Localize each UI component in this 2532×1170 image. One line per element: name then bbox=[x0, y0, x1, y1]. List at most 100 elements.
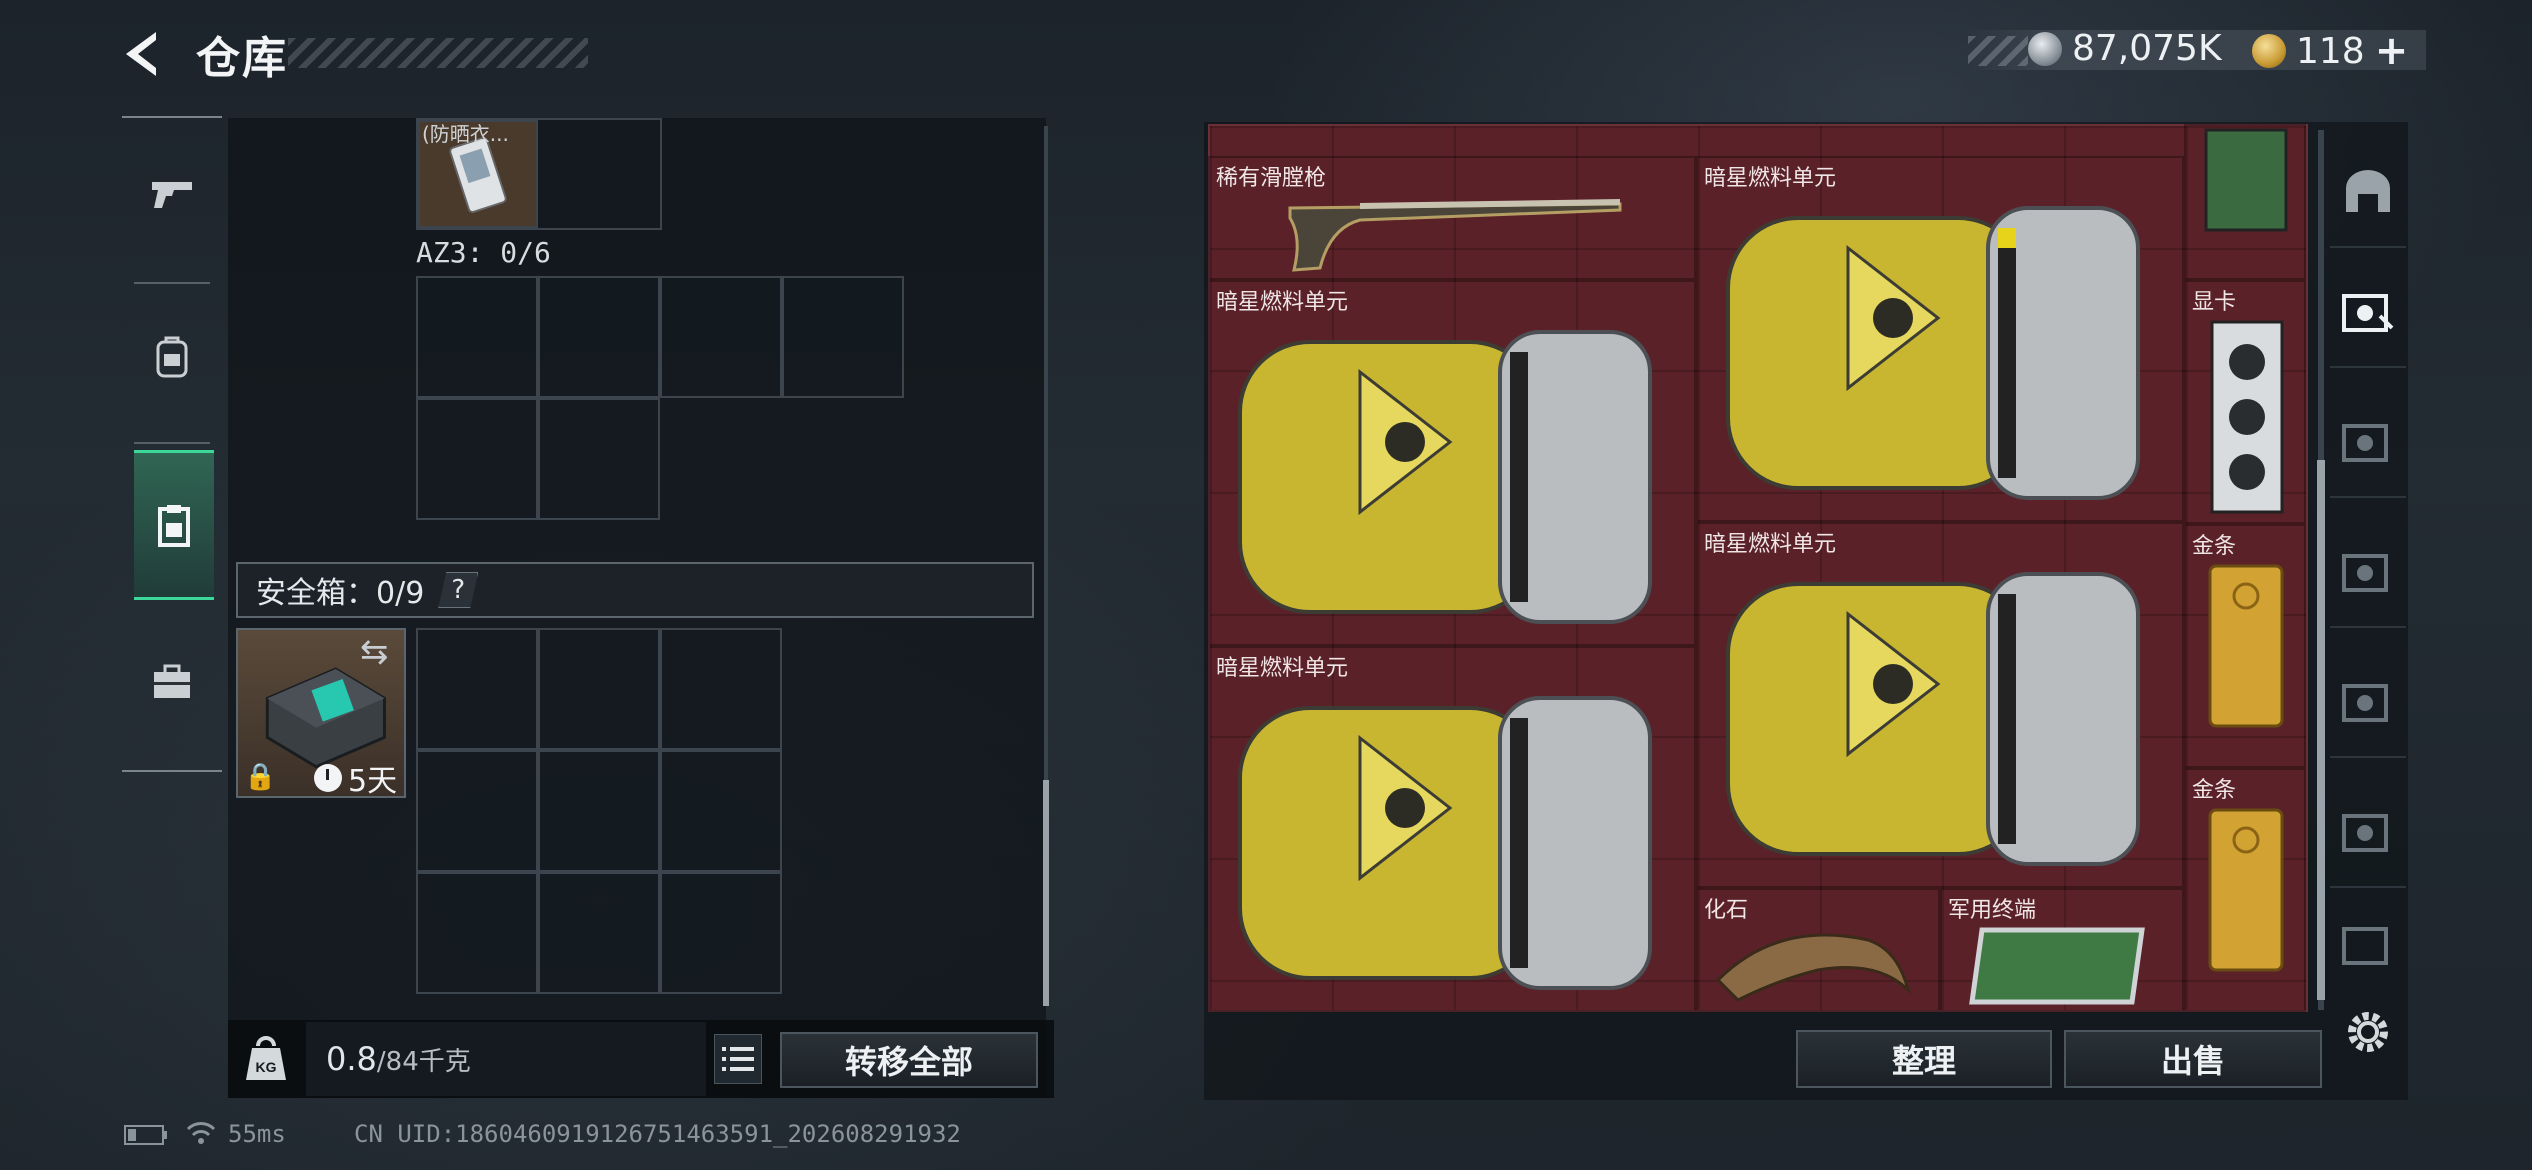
stash-item-fuel-cell[interactable]: 暗星燃料单元 bbox=[1208, 280, 1696, 646]
safebox-cell[interactable] bbox=[538, 628, 660, 750]
stash-box-icon bbox=[2342, 814, 2388, 852]
item-label: 金条 bbox=[2192, 778, 2237, 803]
stash-item-graphics-card[interactable]: 显卡 bbox=[2184, 280, 2306, 524]
lock-icon: 🔒 bbox=[244, 762, 277, 792]
wifi-icon bbox=[186, 1122, 216, 1144]
stash-item-fuel-cell[interactable]: 暗星燃料单元 bbox=[1208, 646, 1696, 1012]
page-title: 仓库 bbox=[196, 33, 288, 84]
gold-bar-icon bbox=[2208, 564, 2284, 728]
item-label: 暗星燃料单元 bbox=[1704, 532, 1837, 557]
weight-value: 0.8 bbox=[326, 1040, 377, 1078]
safebox-cell[interactable] bbox=[416, 750, 538, 872]
stash-tab-2[interactable] bbox=[2330, 388, 2406, 498]
backpack-icon bbox=[156, 336, 188, 378]
sort-button[interactable]: 整理 bbox=[1796, 1030, 2052, 1088]
stash-scrollbar[interactable] bbox=[2317, 460, 2325, 1000]
stash-box-icon bbox=[2342, 554, 2388, 592]
safebox-cell[interactable] bbox=[416, 872, 538, 994]
safebox-cell[interactable] bbox=[416, 628, 538, 750]
stash-box-icon bbox=[2342, 927, 2388, 965]
safebox-cell[interactable] bbox=[660, 628, 782, 750]
home-icon bbox=[2346, 170, 2390, 212]
swap-icon[interactable]: ⇆ bbox=[360, 632, 389, 672]
safebox-cell[interactable] bbox=[538, 750, 660, 872]
item-card-label: (防晒衣... bbox=[422, 122, 509, 146]
stash-item-military-terminal[interactable]: 军用终端 bbox=[1940, 888, 2184, 1012]
stash-item-gold-bar[interactable]: 金条 bbox=[2184, 524, 2306, 768]
briefcase-icon bbox=[154, 664, 190, 698]
item-label: 暗星燃料单元 bbox=[1704, 166, 1837, 191]
list-icon bbox=[722, 1047, 754, 1071]
stash-item-fuel-cell[interactable]: 暗星燃料单元 bbox=[1696, 522, 2184, 888]
item-label: 金条 bbox=[2192, 534, 2237, 559]
item-label: 军用终端 bbox=[1948, 898, 2037, 923]
stash-item-gold-bar[interactable]: 金条 bbox=[2184, 768, 2306, 1012]
sell-button[interactable]: 出售 bbox=[2064, 1030, 2322, 1088]
gold-coin-icon bbox=[2252, 34, 2286, 68]
silver-currency: 87,075K bbox=[2028, 28, 2222, 69]
settings-gear-icon[interactable] bbox=[2340, 1004, 2396, 1060]
ping-value: 55ms bbox=[228, 1120, 286, 1148]
safebox-timer: 5天 bbox=[314, 756, 397, 800]
inventory-cell[interactable] bbox=[538, 398, 660, 520]
stash-item-fossil[interactable]: 化石 bbox=[1696, 888, 1940, 1012]
nav-case[interactable] bbox=[134, 632, 210, 732]
item-label: 稀有滑膛枪 bbox=[1216, 166, 1327, 191]
stash-tab-home[interactable] bbox=[2330, 138, 2406, 248]
stash-tab-3[interactable] bbox=[2330, 518, 2406, 628]
safebox-cell[interactable] bbox=[660, 750, 782, 872]
stash-box-icon bbox=[2342, 684, 2388, 722]
back-button[interactable] bbox=[118, 26, 168, 82]
list-view-button[interactable] bbox=[714, 1034, 762, 1084]
nav-gear[interactable] bbox=[134, 308, 210, 408]
inventory-scrollbar[interactable] bbox=[1043, 780, 1049, 1006]
title-stripe bbox=[288, 38, 588, 68]
gold-currency-value: 118 bbox=[2296, 30, 2365, 72]
inventory-cell[interactable] bbox=[538, 276, 660, 398]
help-button[interactable]: ? bbox=[438, 572, 479, 608]
fuel-cell-icon bbox=[1726, 206, 2140, 500]
inventory-cell[interactable] bbox=[416, 398, 538, 520]
silver-currency-value: 87,075K bbox=[2072, 28, 2222, 69]
currency-stripe bbox=[1968, 36, 2028, 66]
uid-text: CN UID:1860460919126751463591_2026082919… bbox=[354, 1120, 961, 1148]
inventory-cell[interactable] bbox=[416, 276, 538, 398]
clipboard-icon bbox=[158, 505, 190, 547]
weight-display: 0.8 /84千克 bbox=[306, 1022, 706, 1096]
left-nav bbox=[122, 116, 222, 772]
nav-container[interactable] bbox=[134, 450, 214, 600]
nav-weapon[interactable] bbox=[134, 142, 210, 242]
fuel-cell-icon bbox=[1726, 572, 2140, 866]
stash-tab-4[interactable] bbox=[2330, 648, 2406, 758]
clock-icon bbox=[314, 764, 342, 792]
item-label: 显卡 bbox=[2192, 290, 2237, 315]
transfer-all-button[interactable]: 转移全部 bbox=[780, 1032, 1038, 1088]
back-arrow-icon bbox=[126, 32, 156, 76]
add-currency-button[interactable]: + bbox=[2375, 28, 2409, 74]
item-label: 暗星燃料单元 bbox=[1216, 290, 1349, 315]
safebox-cell[interactable] bbox=[538, 872, 660, 994]
item-label: 化石 bbox=[1704, 898, 1749, 923]
battery-icon bbox=[124, 1125, 167, 1145]
stash-item-musket[interactable]: 稀有滑膛枪 bbox=[1208, 156, 1696, 280]
stash-box-icon bbox=[2342, 424, 2388, 462]
inventory-cell[interactable] bbox=[660, 276, 782, 398]
svg-text:KG: KG bbox=[256, 1059, 277, 1075]
weight-max: /84千克 bbox=[376, 1046, 471, 1077]
circuit-board-icon bbox=[2204, 128, 2288, 232]
stash-item-fuel-cell[interactable]: 暗星燃料单元 bbox=[1696, 156, 2184, 522]
stash-tab-6[interactable] bbox=[2330, 900, 2406, 990]
gold-currency: 118 + bbox=[2252, 28, 2408, 74]
safebox-cell[interactable] bbox=[660, 872, 782, 994]
weight-kg-icon: KG bbox=[246, 1036, 286, 1080]
stash-item-gpu-top[interactable] bbox=[2184, 124, 2306, 280]
fuel-cell-icon bbox=[1238, 330, 1652, 624]
gold-bar-icon bbox=[2208, 808, 2284, 972]
stash-box-icon bbox=[2342, 294, 2394, 332]
safebox-header: 安全箱：0/9 ? bbox=[236, 562, 1034, 618]
stash-tab-1[interactable] bbox=[2330, 258, 2406, 368]
safebox-label: 安全箱：0/9 bbox=[256, 576, 425, 611]
inventory-cell[interactable] bbox=[782, 276, 904, 398]
stash-tab-5[interactable] bbox=[2330, 778, 2406, 888]
item-label: 暗星燃料单元 bbox=[1216, 656, 1349, 681]
